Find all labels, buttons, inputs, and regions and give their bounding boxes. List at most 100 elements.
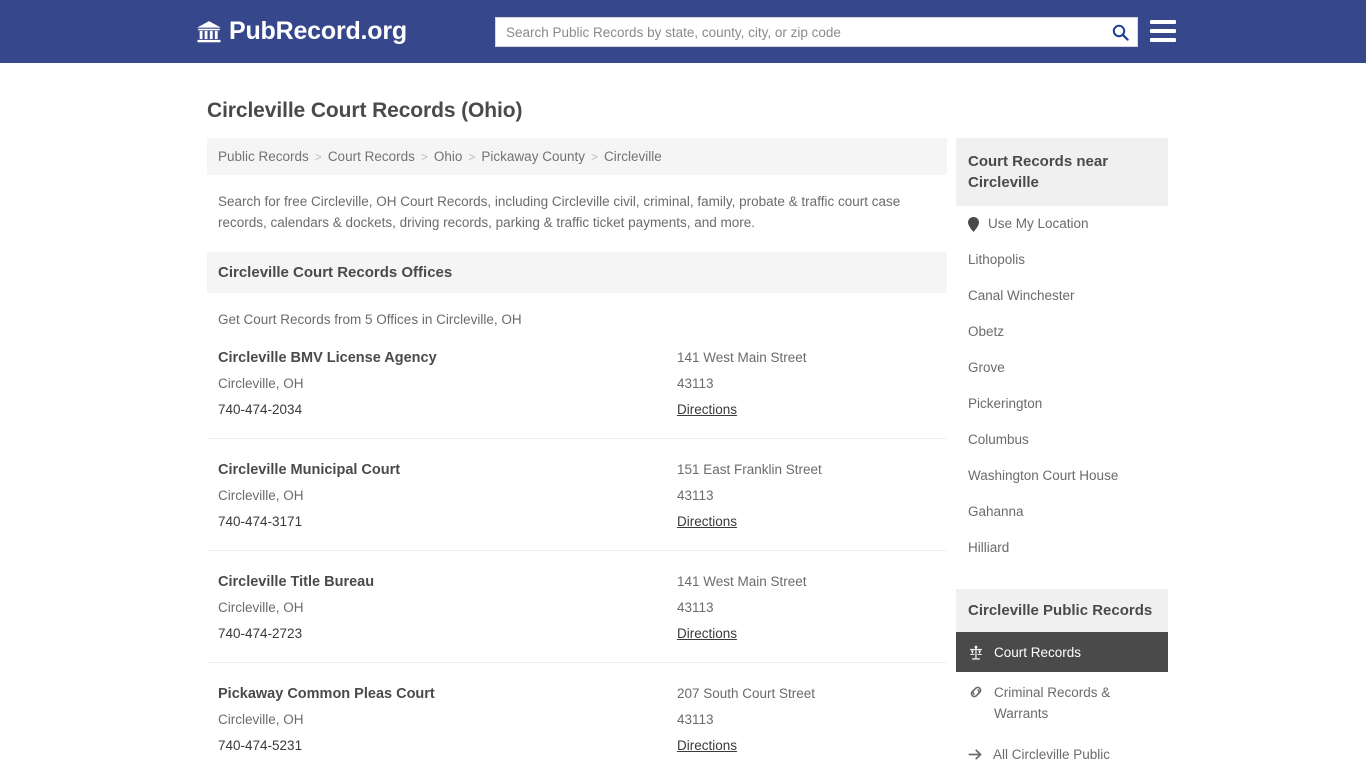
search-icon [1112,24,1129,41]
sidebar-item-label: Pickerington [968,396,1043,411]
breadcrumb-item-ohio[interactable]: Ohio [434,149,463,164]
sidebar-item-obetz[interactable]: Obetz [956,314,1168,350]
intro-description: Search for free Circleville, OH Court Re… [218,194,901,230]
sidebar-item-grove[interactable]: Grove [956,350,1168,386]
search-bar[interactable] [495,17,1138,47]
directions-link[interactable]: Directions [677,397,737,423]
office-phone[interactable]: 740-474-3171 [218,509,677,535]
sidebar-item-label: Obetz [968,324,1005,339]
chain-link-icon [970,686,982,698]
content-container: Circleville Court Records (Ohio) Public … [198,87,1168,768]
office-street: 141 West Main Street [676,574,807,589]
office-phone[interactable]: 740-474-5231 [218,733,677,759]
office-info: Circleville BMV License Agency Circlevill… [218,345,677,423]
search-button[interactable] [1103,18,1137,46]
hamburger-bar [1150,20,1176,24]
office-name: Circleville BMV License Agency [218,350,437,366]
office-phone[interactable]: 740-474-2723 [218,621,677,647]
office-street: 207 South Court Street [676,686,816,701]
breadcrumb-separator: > [590,149,598,164]
page-title: Circleville Court Records (Ohio) [207,99,523,122]
office-info: Circleville Municipal Court Circleville, … [218,457,677,535]
breadcrumb-item-pickaway-county[interactable]: Pickaway County [481,149,585,164]
office-address: 141 West Main Street 43113 Directions [677,345,936,423]
sidebar-item-gahanna[interactable]: Gahanna [956,494,1168,530]
sidebar-item-use-my-location[interactable]: Use My Location [956,206,1168,242]
office-info: Pickaway Common Pleas Court Circleville, … [218,681,677,759]
office-address: 151 East Franklin Street 43113 Directions [677,457,936,535]
sidebar-header-nearby: Court Records near Circleville [956,138,1168,206]
sidebar: Court Records near Circleville Use My Lo… [956,138,1168,768]
breadcrumb-item-circleville[interactable]: Circleville [604,149,662,164]
sidebar-item-all-public-records[interactable]: All Circleville Public Records (Ohio) [956,734,1168,768]
page-body: Circleville Court Records (Ohio) Public … [0,63,1366,768]
office-city-state: Circleville, OH [218,376,304,391]
breadcrumb-item-public-records[interactable]: Public Records [218,149,309,164]
directions-link[interactable]: Directions [677,621,737,647]
bank-building-icon [197,20,221,42]
office-phone[interactable]: 740-474-2034 [218,397,677,423]
office-zip: 43113 [676,376,714,391]
office-row: Circleville Title Bureau Circleville, OH 7… [207,551,947,663]
office-row: Circleville BMV License Agency Circlevill… [207,327,947,439]
sidebar-item-label: Criminal Records & Warrants [994,685,1111,721]
office-info: Circleville Title Bureau Circleville, OH 7… [218,569,677,647]
sidebar-item-label: Columbus [968,432,1029,447]
sidebar-item-lithopolis[interactable]: Lithopolis [956,242,1168,278]
breadcrumb-item-court-records[interactable]: Court Records [328,149,415,164]
breadcrumb: Public Records > Court Records > Ohio > … [207,138,947,175]
breadcrumb-separator: > [420,149,428,164]
arrow-right-icon [968,749,982,760]
sidebar-item-label: Use My Location [988,216,1089,231]
sidebar-item-label: Court Records [994,644,1082,660]
office-address: 207 South Court Street 43113 Directions [677,681,936,759]
sidebar-item-canal-winchester[interactable]: Canal Winchester [956,278,1168,314]
office-city-state: Circleville, OH [218,488,304,503]
office-city-state: Circleville, OH [218,600,304,615]
breadcrumb-separator: > [314,149,322,164]
sidebar-item-label: Gahanna [968,504,1024,519]
office-city-state: Circleville, OH [218,712,304,727]
office-address: 141 West Main Street 43113 Directions [677,569,936,647]
hamburger-menu-icon[interactable] [1150,20,1176,42]
directions-link[interactable]: Directions [677,509,737,535]
sidebar-item-label: Hilliard [968,540,1010,555]
sidebar-item-columbus[interactable]: Columbus [956,422,1168,458]
sidebar-item-washington-court-house[interactable]: Washington Court House [956,458,1168,494]
sidebar-item-hilliard[interactable]: Hilliard [956,530,1168,566]
sidebar-item-pickerington[interactable]: Pickerington [956,386,1168,422]
office-zip: 43113 [676,600,714,615]
sidebar-item-label: All Circleville Public Records (Ohio) [993,747,1111,762]
office-zip: 43113 [676,488,714,503]
section-subtitle: Get Court Records from 5 Offices in Circ… [218,312,522,327]
scales-of-justice-icon [969,645,983,660]
breadcrumb-separator: > [468,149,476,164]
office-zip: 43113 [676,712,714,727]
site-logo[interactable]: PubRecord.org [196,19,407,44]
section-header-offices: Circleville Court Records Offices [207,252,947,293]
sidebar-header-public-records: Circleville Public Records [956,589,1168,632]
sidebar-item-label: Grove [968,360,1005,375]
site-logo-text: PubRecord.org [229,17,407,45]
office-list: Circleville BMV License Agency Circlevill… [207,327,947,768]
nearby-city-list: Use My Location Lithopolis Canal Wincheste… [956,206,1168,566]
office-name: Circleville Municipal Court [218,462,401,478]
sidebar-item-label: Lithopolis [968,252,1026,267]
hamburger-bar [1150,29,1176,33]
office-street: 151 East Franklin Street [676,462,822,477]
sidebar-item-criminal-records[interactable]: Criminal Records & Warrants [956,672,1168,734]
sidebar-item-court-records[interactable]: Court Records [956,632,1168,672]
main-column: Public Records > Court Records > Ohio > … [207,138,947,768]
office-name: Circleville Title Bureau [218,574,375,590]
search-input[interactable] [496,18,1103,46]
site-header: PubRecord.org [0,0,1366,63]
directions-link[interactable]: Directions [677,733,737,759]
two-column-layout: Public Records > Court Records > Ohio > … [198,138,1168,768]
office-street: 141 West Main Street [676,350,807,365]
hamburger-bar [1150,38,1176,42]
office-row: Pickaway Common Pleas Court Circleville, … [207,663,947,768]
office-row: Circleville Municipal Court Circleville, … [207,439,947,551]
office-name: Pickaway Common Pleas Court [218,686,435,702]
map-pin-icon [968,216,979,232]
sidebar-item-label: Canal Winchester [968,288,1075,303]
